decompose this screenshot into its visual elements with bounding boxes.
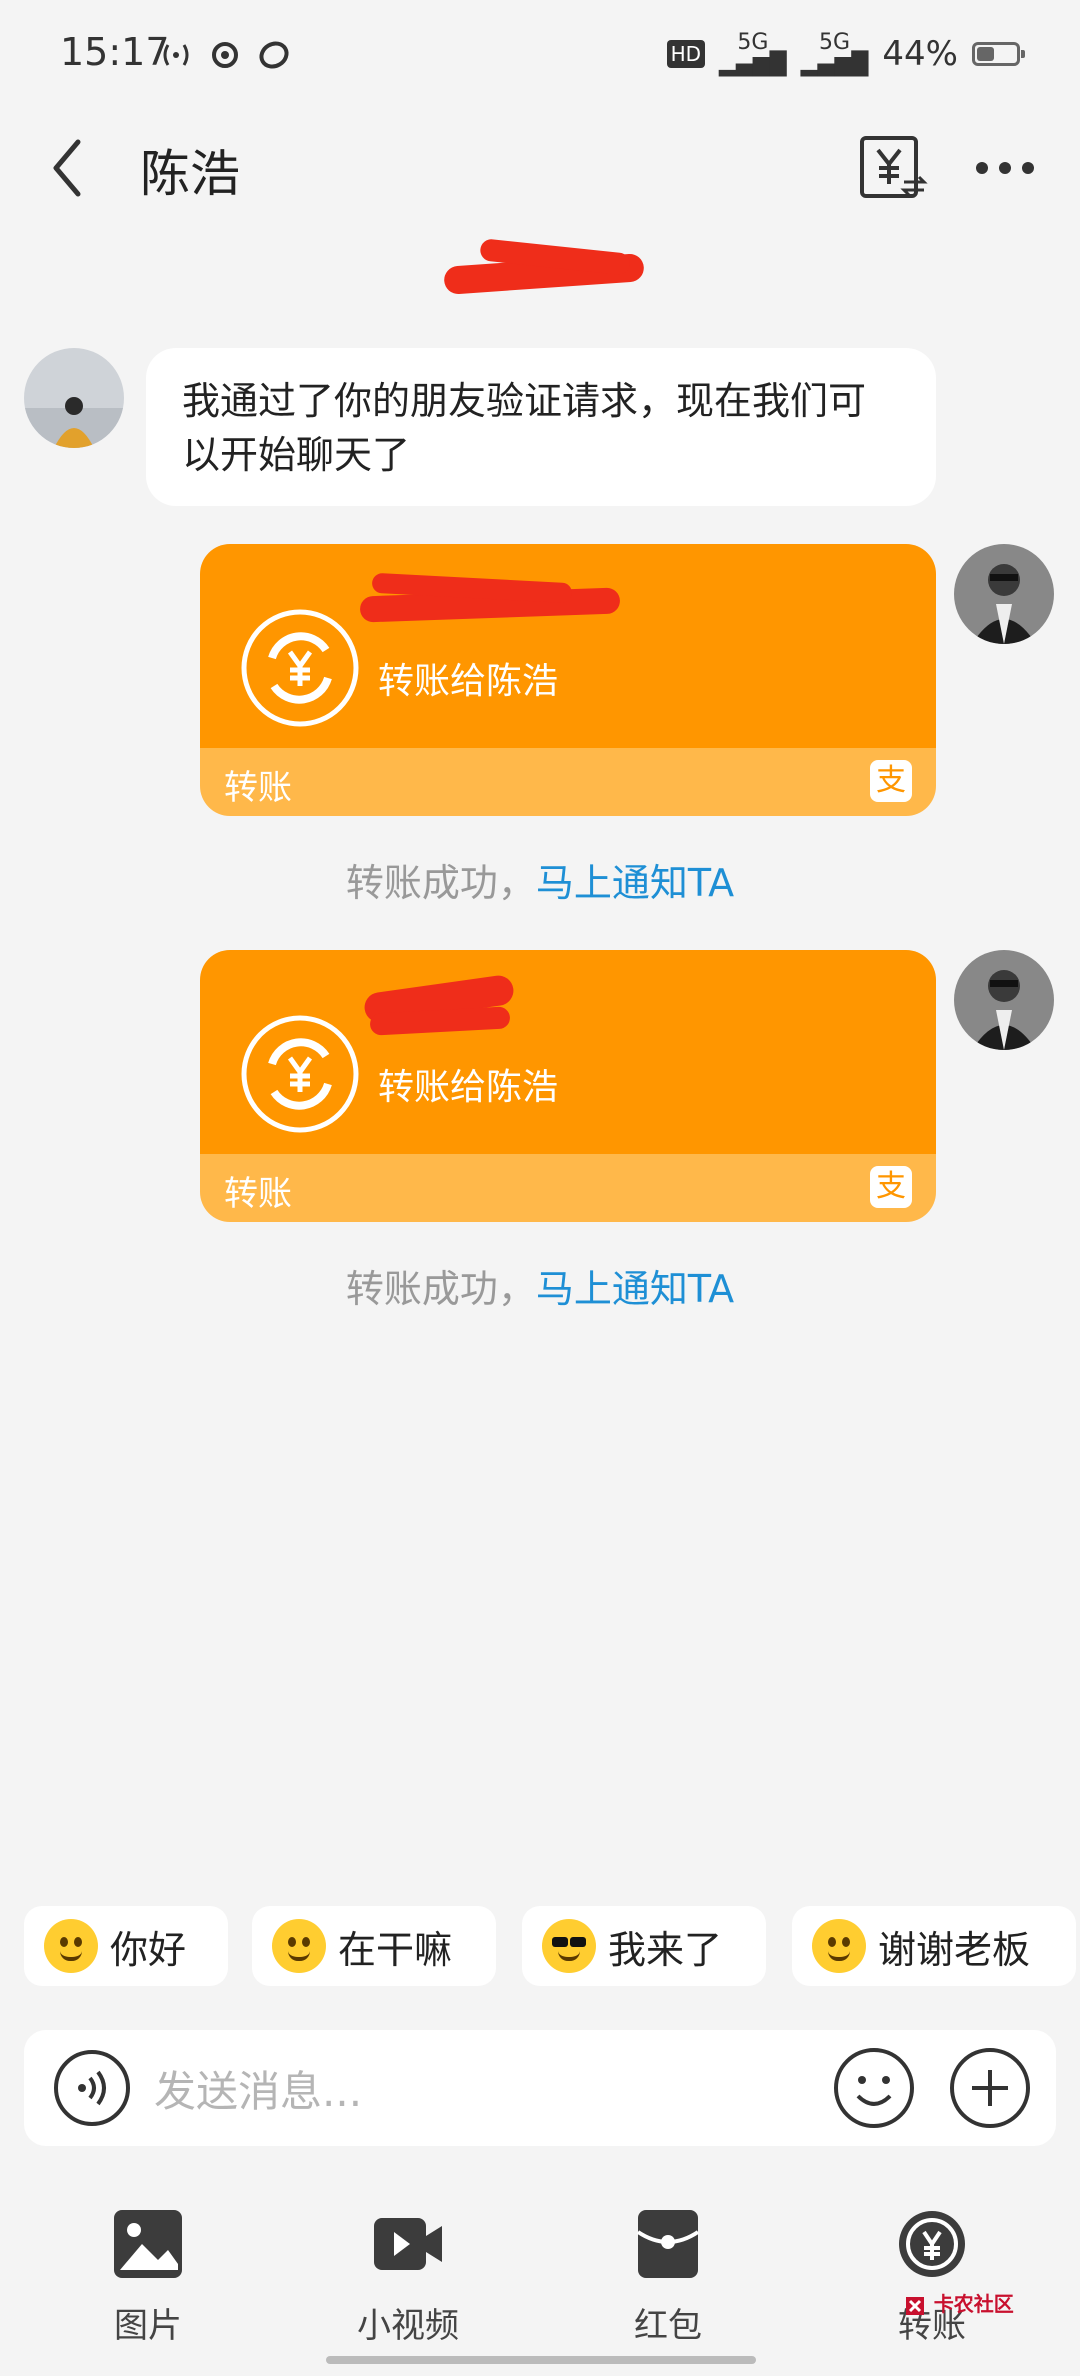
quick-reply-label: 你好 [110,1927,187,1972]
bill-yuan-icon[interactable] [858,132,928,202]
alipay-icon: 支 [870,1166,912,1208]
toolbar-label: 图片 [114,2306,182,2346]
transfer-notice-text: 转账成功， [345,861,536,905]
transfer-card[interactable]: 转账给陈浩 转账 支 [200,950,936,1222]
transfer-label: 转账 [224,1174,292,1214]
transfer-card-footer: 转账 支 [200,748,936,816]
sync-icon [212,42,238,68]
quick-reply-chip[interactable]: 谢谢老板 [792,1906,1076,1986]
transfer-notice-text: 转账成功， [345,1267,536,1311]
quick-reply-label: 我来了 [608,1927,723,1972]
avatar[interactable] [954,544,1054,644]
toolbar-item-transfer[interactable]: 转账 [852,2208,1012,2347]
transfer-yuan-icon [241,1015,359,1133]
watermark-text: 卡农社区 [933,2292,1014,2316]
plus-icon[interactable] [948,2046,1032,2130]
alipay-icon: 支 [870,760,912,802]
signal-label: 5G [819,30,851,55]
red-packet-icon [636,2210,700,2278]
toolbar-label: 红包 [634,2306,702,2346]
app-notify-icon [259,41,289,69]
message-input-bar: 发送消息... [24,2030,1056,2146]
watermark: 卡农社区 [902,2288,1014,2319]
video-icon [374,2218,442,2270]
more-dots-icon[interactable] [970,140,1040,196]
voice-icon[interactable] [52,2048,132,2128]
quick-reply-chip[interactable]: 在干嘛 [252,1906,496,1986]
signal-icon: 5G ▂▄▆█ [719,30,787,77]
notify-link[interactable]: 马上通知TA [536,861,734,905]
watermark-logo-icon [906,2297,924,2315]
avatar[interactable] [954,950,1054,1050]
home-indicator[interactable] [326,2356,756,2364]
toolbar-item-red-packet[interactable]: 红包 [588,2208,748,2347]
transfer-label: 转账 [224,768,292,808]
quick-reply-chip[interactable]: 你好 [24,1906,228,1986]
battery-icon [972,42,1025,66]
quick-reply-chip[interactable]: 我来了 [522,1906,766,1986]
sunglasses-emoji-icon [542,1919,596,1973]
hd-icon: HD [666,40,706,68]
signal-icon: 5G ▂▄▆█ [800,30,869,77]
transfer-yuan-icon [241,609,359,727]
wink-emoji-icon [44,1919,98,1973]
transfer-icon [899,2211,965,2277]
nfc-icon [163,44,189,66]
toolbar-item-video[interactable]: 小视频 [328,2208,488,2347]
battery-percent: 44% [882,34,958,74]
avatar[interactable] [24,348,124,448]
thanks-emoji-icon [812,1919,866,1973]
transfer-description: 转账给陈浩 [378,661,559,702]
battery-fill [977,47,994,61]
transfer-description: 转账给陈浩 [378,1067,559,1108]
quick-reply-label: 在干嘛 [338,1927,453,1972]
message-input[interactable]: 发送消息... [154,2058,362,2119]
status-icons [160,40,290,70]
page-title: 陈浩 [140,145,240,203]
chevron-left-icon[interactable] [38,128,108,208]
transfer-notice: 转账成功，马上通知TA [0,1258,1080,1313]
message-bubble: 我通过了你的朋友验证请求，现在我们可以开始聊天了 [146,348,936,506]
status-time: 15:17 [60,30,170,74]
status-right: HD 5G ▂▄▆█ 5G ▂▄▆█ 44% [666,30,1025,77]
signal-label: 5G [737,30,769,55]
emoji-icon[interactable] [832,2046,916,2130]
image-icon [114,2210,182,2278]
surprised-emoji-icon [272,1919,326,1973]
transfer-notice: 转账成功，马上通知TA [0,852,1080,907]
transfer-card[interactable]: 转账给陈浩 转账 支 [200,544,936,816]
transfer-card-footer: 转账 支 [200,1154,936,1222]
toolbar-item-image[interactable]: 图片 [68,2208,228,2347]
quick-reply-label: 谢谢老板 [878,1927,1031,1972]
toolbar-label: 小视频 [357,2306,459,2346]
notify-link[interactable]: 马上通知TA [536,1267,734,1311]
